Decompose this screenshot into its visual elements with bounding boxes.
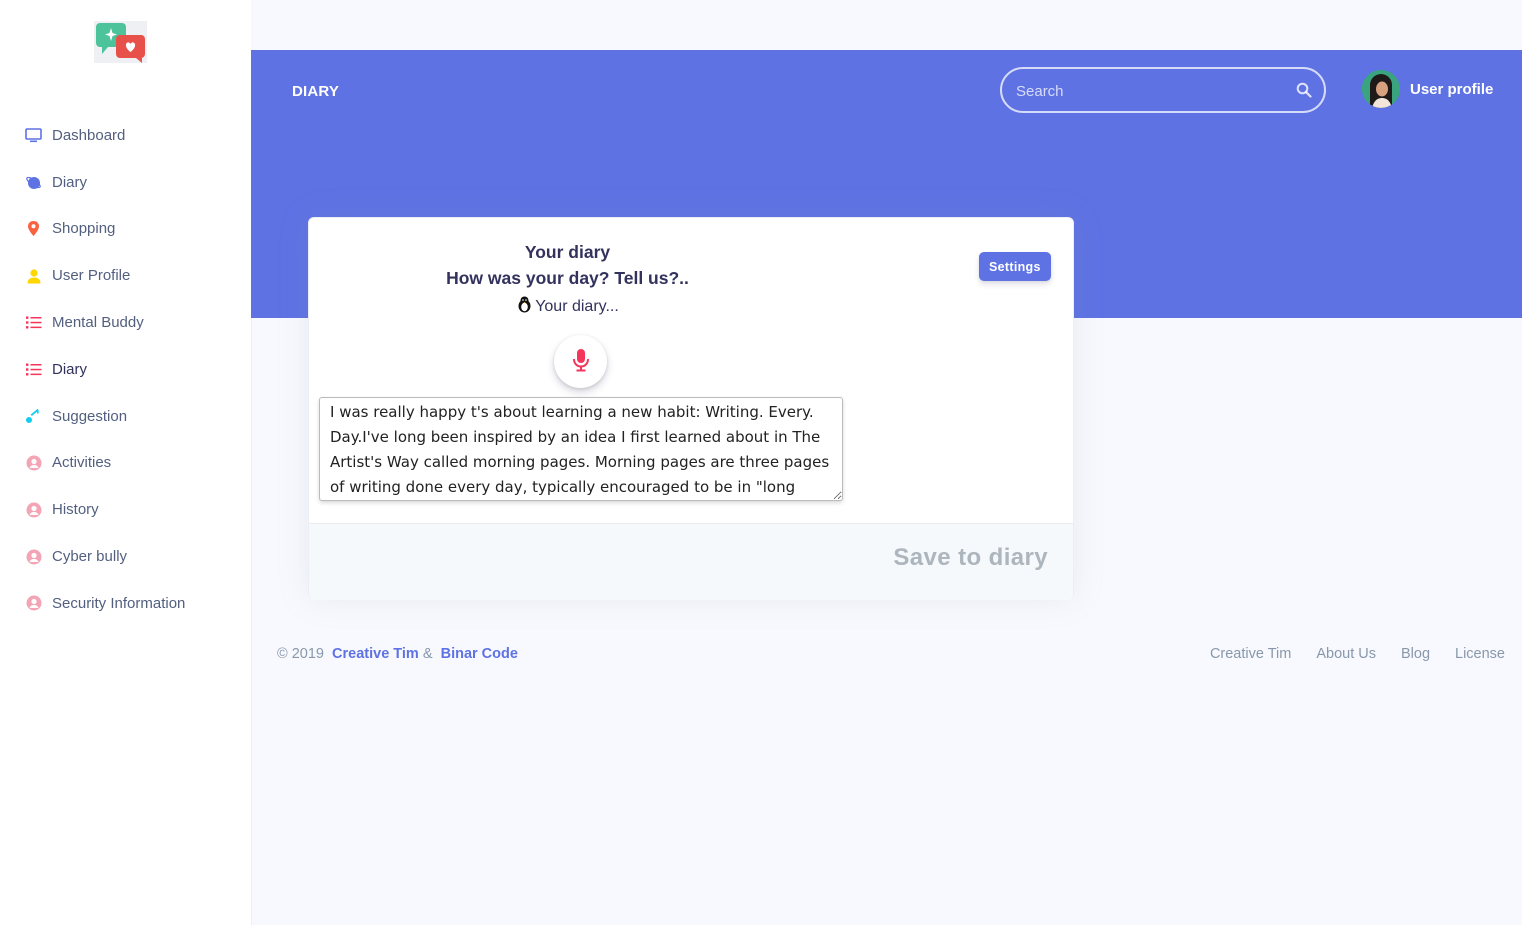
footer-link-creative-tim-nav[interactable]: Creative Tim <box>1210 646 1291 662</box>
card-tagline: Your diary... <box>309 296 826 318</box>
footer-link-license[interactable]: License <box>1455 646 1505 662</box>
profile-name[interactable]: User profile <box>1410 81 1493 98</box>
top-strip <box>251 0 1522 50</box>
save-to-diary-button[interactable]: Save to diary <box>893 544 1048 572</box>
search-icon[interactable] <box>1296 82 1312 103</box>
page-footer: © 2019 Creative Tim & Binar Code Creativ… <box>277 646 1507 666</box>
footer-link-creative-tim[interactable]: Creative Tim <box>332 646 419 662</box>
bullet-list-icon <box>25 314 42 331</box>
card-subtitle: How was your day? Tell us?.. <box>446 268 689 288</box>
sidebar-item-label: Security Information <box>52 594 186 612</box>
penguin-icon <box>516 296 533 318</box>
app-logo[interactable] <box>94 21 147 63</box>
sidebar-item-diary[interactable]: Diary <box>0 159 251 206</box>
search-box[interactable] <box>1000 67 1326 113</box>
circle-user-icon <box>25 454 42 471</box>
footer-link-blog[interactable]: Blog <box>1401 646 1430 662</box>
footer-ampersand: & <box>422 646 433 662</box>
settings-button[interactable]: Settings <box>979 252 1051 281</box>
copyright-year: © 2019 <box>277 646 324 662</box>
sidebar-item-user-profile[interactable]: User Profile <box>0 252 251 299</box>
sidebar-item-activities[interactable]: Activities <box>0 440 251 487</box>
avatar[interactable] <box>1362 70 1400 108</box>
tagline-text: Your diary... <box>535 298 619 315</box>
sidebar-item-label: Shopping <box>52 220 116 238</box>
sidebar-item-label: User Profile <box>52 267 131 285</box>
tv-icon <box>25 127 42 144</box>
footer-nav: Creative Tim About Us Blog License <box>1210 646 1505 662</box>
circle-user-icon <box>25 595 42 612</box>
sidebar-item-suggestion[interactable]: Suggestion <box>0 393 251 440</box>
sidebar-item-mental-buddy[interactable]: Mental Buddy <box>0 299 251 346</box>
key-icon <box>25 408 42 425</box>
sidebar-item-label: Diary <box>52 173 88 191</box>
copyright: © 2019 Creative Tim & Binar Code <box>277 646 518 662</box>
sidebar-item-cyber-bully[interactable]: Cyber bully <box>0 533 251 580</box>
sidebar-item-security-information[interactable]: Security Information <box>0 580 251 627</box>
circle-user-icon <box>25 501 42 518</box>
bullet-list-icon <box>25 361 42 378</box>
diary-textarea[interactable]: I was really happy t's about learning a … <box>319 397 843 501</box>
sidebar-item-label: Diary <box>52 360 88 378</box>
sidebar-item-label: Cyber bully <box>52 548 128 566</box>
sidebar-item-dashboard[interactable]: Dashboard <box>0 112 251 159</box>
sidebar-item-history[interactable]: History <box>0 486 251 533</box>
sidebar-item-diary-active[interactable]: Diary <box>0 346 251 393</box>
sidebar-item-label: Mental Buddy <box>52 314 144 332</box>
microphone-icon <box>572 348 590 375</box>
pin-icon <box>25 220 42 237</box>
footer-link-about-us[interactable]: About Us <box>1316 646 1376 662</box>
user-profile-menu[interactable]: User profile <box>1362 70 1493 108</box>
sidebar-item-label: Activities <box>52 454 112 472</box>
sidebar-nav: Dashboard Diary Shopping User Profile Me… <box>0 112 251 627</box>
card-footer: Save to diary <box>309 523 1073 600</box>
chat-heart-logo-icon <box>96 23 145 63</box>
diary-card: Your diary How was your day? Tell us?.. … <box>308 217 1074 600</box>
footer-link-binar-code[interactable]: Binar Code <box>441 646 518 662</box>
card-title: Your diary <box>524 242 611 262</box>
microphone-button[interactable] <box>554 335 607 388</box>
planet-icon <box>25 174 42 191</box>
user-icon <box>25 267 42 284</box>
circle-user-icon <box>25 548 42 565</box>
sidebar-item-label: Suggestion <box>52 407 128 425</box>
page-title[interactable]: DIARY <box>292 83 339 100</box>
sidebar-item-label: Dashboard <box>52 126 126 144</box>
search-input[interactable] <box>1014 79 1288 103</box>
sidebar-item-label: History <box>52 501 99 519</box>
sidebar: Dashboard Diary Shopping User Profile Me… <box>0 0 251 925</box>
sidebar-item-shopping[interactable]: Shopping <box>0 206 251 253</box>
